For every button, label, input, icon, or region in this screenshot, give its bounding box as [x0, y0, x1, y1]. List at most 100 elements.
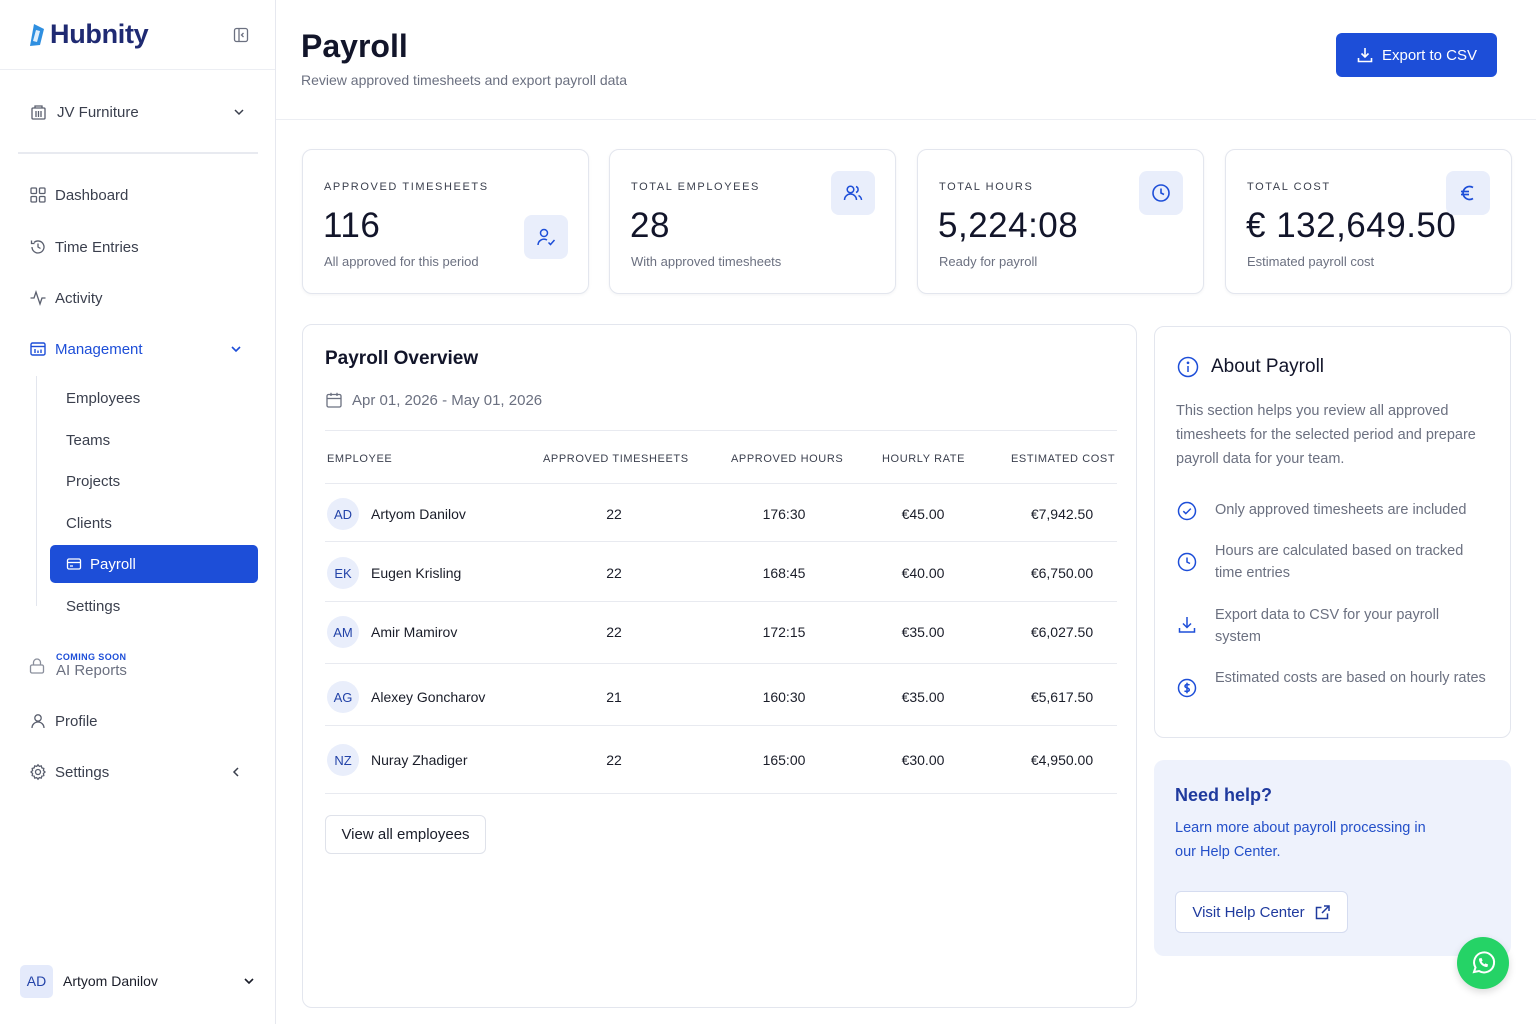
sidebar: Hubnity JV Furniture Dashboard Time Entr…	[0, 0, 276, 1024]
sidebar-item-clients[interactable]: Clients	[50, 504, 258, 542]
org-switcher[interactable]: JV Furniture	[18, 92, 258, 132]
sidebar-item-activity[interactable]: Activity	[18, 278, 258, 318]
approved-timesheets: 22	[606, 506, 622, 522]
employee-avatar: AD	[327, 498, 359, 530]
hourly-rate: €45.00	[901, 506, 945, 522]
clock-icon	[1177, 552, 1197, 572]
employee-name: Artyom Danilov	[371, 506, 466, 522]
sidebar-item-label: Clients	[66, 514, 112, 532]
sidebar-item-label: AI Reports	[56, 662, 127, 679]
grid-icon	[30, 187, 46, 203]
visit-help-center-button[interactable]: Visit Help Center	[1175, 891, 1348, 933]
wallet-icon	[66, 558, 82, 570]
logo-row: Hubnity	[0, 0, 275, 70]
stat-note: All approved for this period	[324, 254, 479, 269]
activity-icon	[30, 289, 46, 307]
employee-name: Eugen Krisling	[371, 565, 462, 581]
sidebar-item-label: Settings	[66, 597, 121, 615]
estimated-cost: €4,950.00	[1030, 752, 1094, 768]
user-menu[interactable]: AD Artyom Danilov	[20, 964, 256, 998]
table-row[interactable]: AD Artyom Danilov 22 176:30 €45.00 €7,94…	[325, 484, 1117, 544]
employee-avatar: EK	[327, 557, 359, 589]
sidebar-item-profile[interactable]: Profile	[18, 701, 258, 741]
whatsapp-icon	[1472, 951, 1496, 974]
chevron-down-icon	[231, 346, 241, 353]
table-row[interactable]: NZ Nuray Zhadiger 22 165:00 €30.00 €4,95…	[325, 730, 1117, 790]
table-divider	[325, 430, 1117, 431]
stat-note: With approved timesheets	[631, 254, 782, 269]
export-csv-label: Export to CSV	[1381, 46, 1478, 64]
table-row[interactable]: AG Alexey Goncharov 21 160:30 €35.00 €5,…	[325, 667, 1117, 727]
page-header: Payroll Review approved timesheets and e…	[276, 0, 1536, 120]
user-name: Artyom Danilov	[63, 973, 158, 989]
hourly-rate: €30.00	[901, 752, 945, 768]
hubnity-logo-icon	[20, 22, 44, 47]
stat-value: 28	[630, 206, 670, 245]
date-range[interactable]: Apr 01, 2026 - May 01, 2026	[325, 391, 542, 409]
stat-card-total-employees: TOTAL EMPLOYEES 28 With approved timeshe…	[609, 149, 896, 294]
sidebar-item-label: Projects	[66, 472, 121, 490]
whatsapp-chat-button[interactable]	[1457, 937, 1509, 989]
approved-hours: 172:15	[762, 624, 806, 640]
sidebar-item-teams[interactable]: Teams	[50, 421, 258, 459]
approved-timesheets: 21	[606, 689, 622, 705]
sidebar-item-settings[interactable]: Settings	[18, 752, 258, 792]
approved-hours: 168:45	[762, 565, 806, 581]
org-name: JV Furniture	[57, 103, 139, 121]
about-header: About Payroll	[1177, 356, 1324, 378]
stat-label: TOTAL COST	[1247, 181, 1331, 193]
hourly-rate: €40.00	[901, 565, 945, 581]
sidebar-item-label: Activity	[55, 289, 103, 307]
sidebar-item-label: Settings	[55, 763, 110, 781]
download-icon	[1357, 48, 1373, 63]
approved-hours: 165:00	[762, 752, 806, 768]
estimated-cost: €5,617.50	[1030, 689, 1094, 705]
payroll-overview-card: Payroll Overview Apr 01, 2026 - May 01, …	[302, 324, 1137, 1008]
sidebar-item-time-entries[interactable]: Time Entries	[18, 227, 258, 267]
user-check-icon	[524, 215, 568, 259]
sidebar-item-management-settings[interactable]: Settings	[50, 587, 258, 625]
approved-timesheets: 22	[606, 752, 622, 768]
info-icon	[1177, 356, 1199, 378]
sidebar-item-label: Dashboard	[55, 186, 129, 204]
about-payroll-card: About Payroll This section helps you rev…	[1154, 326, 1511, 738]
sidebar-item-management[interactable]: Management	[18, 329, 258, 369]
employee-avatar: AG	[327, 681, 359, 713]
column-header-estimated-cost: ESTIMATED COST	[1011, 453, 1116, 465]
table-divider	[325, 541, 1117, 542]
table-row[interactable]: AM Amir Mamirov 22 172:15 €35.00 €6,027.…	[325, 602, 1117, 662]
export-csv-button[interactable]: Export to CSV	[1336, 33, 1497, 77]
table-row[interactable]: EK Eugen Krisling 22 168:45 €40.00 €6,75…	[325, 543, 1117, 603]
help-card: Need help? Learn more about payroll proc…	[1154, 760, 1511, 956]
section-title: Payroll Overview	[325, 348, 479, 369]
sidebar-item-label: Time Entries	[55, 238, 139, 256]
employee-name: Alexey Goncharov	[371, 689, 486, 705]
sidebar-item-employees[interactable]: Employees	[50, 379, 258, 417]
sidebar-item-payroll[interactable]: Payroll	[50, 545, 258, 583]
sidebar-divider	[18, 152, 258, 154]
view-all-employees-button[interactable]: View all employees	[325, 815, 486, 854]
about-item: Hours are calculated based on tracked ti…	[1177, 540, 1487, 584]
sidebar-item-dashboard[interactable]: Dashboard	[18, 175, 258, 215]
page-title: Payroll	[301, 28, 408, 64]
approved-timesheets: 22	[606, 565, 622, 581]
chevron-left-icon	[232, 767, 239, 777]
about-item: Export data to CSV for your payroll syst…	[1177, 604, 1487, 648]
about-item-text: Estimated costs are based on hourly rate…	[1215, 670, 1486, 686]
approved-timesheets: 22	[606, 624, 622, 640]
sidebar-collapse-icon[interactable]	[233, 27, 249, 43]
stat-card-total-hours: TOTAL HOURS 5,224:08 Ready for payroll	[917, 149, 1204, 294]
external-link-icon	[1315, 904, 1330, 919]
table-divider	[325, 793, 1117, 794]
coming-soon-badge: COMING SOON	[56, 652, 127, 662]
about-item: Only approved timesheets are included	[1177, 499, 1487, 521]
check-circle-icon	[1177, 501, 1197, 521]
sidebar-item-projects[interactable]: Projects	[50, 462, 258, 500]
euro-icon	[1446, 171, 1490, 215]
history-icon	[30, 240, 45, 254]
employee-name: Amir Mamirov	[371, 624, 458, 640]
chevron-down-icon	[244, 978, 254, 985]
user-icon	[31, 714, 45, 729]
stat-card-approved-timesheets: APPROVED TIMESHEETS 116 All approved for…	[302, 149, 589, 294]
sidebar-item-label: Management	[55, 340, 143, 358]
